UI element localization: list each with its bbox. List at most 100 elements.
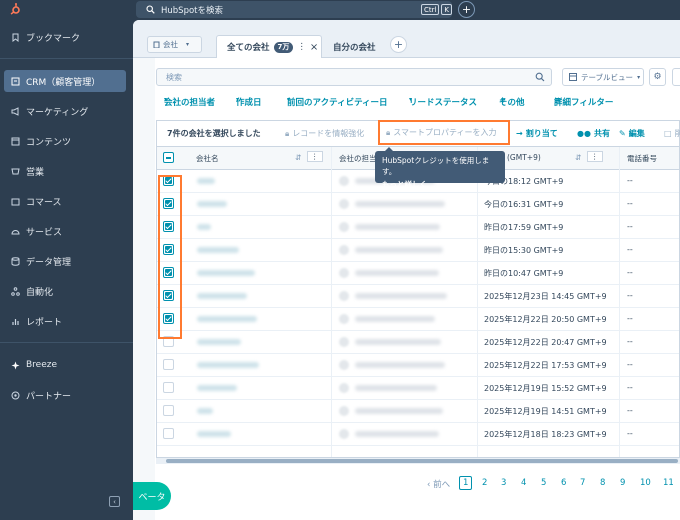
table-settings-button[interactable]: ⚙ xyxy=(649,68,666,86)
global-create-button[interactable]: + xyxy=(458,1,475,18)
search-input[interactable]: 検索 xyxy=(156,68,552,86)
sidebar-item-breeze[interactable]: Breeze xyxy=(4,354,126,376)
company-name-link[interactable] xyxy=(197,270,255,276)
sidebar-item-bookmark[interactable]: ブックマーク xyxy=(4,26,126,48)
sidebar-item-partner[interactable]: パートナー xyxy=(4,384,126,406)
company-name-link[interactable] xyxy=(197,316,257,322)
company-name-link[interactable] xyxy=(197,178,215,184)
phone-number: -- xyxy=(627,360,633,369)
page-4-button[interactable]: 4 xyxy=(521,478,526,488)
table-row[interactable]: 昨日の17:59 GMT+9 -- xyxy=(157,216,679,239)
activity-date: 2025年12月22日 20:50 GMT+9 xyxy=(484,315,607,324)
row-checkbox[interactable] xyxy=(163,382,174,393)
sort-icon[interactable]: ⇵ xyxy=(295,153,301,162)
company-name-link[interactable] xyxy=(197,201,227,207)
page-7-button[interactable]: 7 xyxy=(580,478,585,488)
company-name-link[interactable] xyxy=(197,247,239,253)
company-name-link[interactable] xyxy=(197,362,259,368)
company-name-link[interactable] xyxy=(197,431,231,437)
page-9-button[interactable]: 9 xyxy=(620,478,625,488)
company-name-link[interactable] xyxy=(197,293,247,299)
sidebar-item-label: Breeze xyxy=(26,360,58,370)
object-type-select[interactable]: 会社 ▾ xyxy=(147,36,202,53)
sort-icon[interactable]: ⇵ xyxy=(575,153,581,162)
assign-button[interactable]: → 割り当て xyxy=(516,128,558,139)
more-actions-button[interactable] xyxy=(672,68,680,86)
add-view-button[interactable]: + xyxy=(390,36,407,53)
sidebar-item-crm[interactable]: CRM（顧客管理） xyxy=(4,70,126,92)
sidebar-item-sales[interactable]: 営業 xyxy=(4,160,126,182)
sidebar-item-commerce[interactable]: コマース xyxy=(4,190,126,212)
collapse-sidebar-button[interactable]: ‹ xyxy=(109,496,120,507)
company-name-link[interactable] xyxy=(197,339,241,345)
column-header-date[interactable]: (GMT+9) xyxy=(507,153,541,162)
global-search-placeholder: HubSpotを検索 xyxy=(161,5,223,16)
table-row[interactable]: 2025年12月23日 14:45 GMT+9 -- xyxy=(157,285,679,308)
activity-date: 2025年12月23日 14:45 GMT+9 xyxy=(484,292,607,301)
page-1-button[interactable]: 1 xyxy=(459,476,473,490)
plus-icon: + xyxy=(461,3,472,16)
row-checkbox[interactable] xyxy=(163,405,174,416)
table-row[interactable]: 今日の16:31 GMT+9 -- xyxy=(157,193,679,216)
share-button[interactable]: ●● 共有 xyxy=(577,128,610,139)
beta-label: ベータ xyxy=(138,492,166,503)
table-row[interactable]: 2025年12月22日 20:47 GMT+9 -- xyxy=(157,331,679,354)
hubspot-logo-icon[interactable] xyxy=(9,3,21,15)
page-6-button[interactable]: 6 xyxy=(561,478,566,488)
row-checkbox[interactable] xyxy=(163,359,174,370)
page-10-button[interactable]: 10 xyxy=(640,478,651,488)
table-view-select[interactable]: テーブルビュー ▾ xyxy=(562,68,644,86)
sidebar-item-content[interactable]: コンテンツ xyxy=(4,130,126,152)
sidebar-item-service[interactable]: サービス xyxy=(4,220,126,242)
page-3-button[interactable]: 3 xyxy=(501,478,506,488)
column-header-phone[interactable]: 電話番号 xyxy=(627,153,657,164)
page-5-button[interactable]: 5 xyxy=(541,478,546,488)
sidebar-item-automation[interactable]: 自動化 xyxy=(4,280,126,302)
scrollbar-thumb[interactable] xyxy=(166,459,678,463)
filter-label: 前回のアクティビティー日 xyxy=(287,98,388,108)
global-search-input[interactable]: HubSpotを検索 Ctrl K xyxy=(136,1,452,18)
column-header-owner[interactable]: 会社の担当 xyxy=(339,153,377,164)
page-11-button[interactable]: 11 xyxy=(663,478,674,488)
automation-icon xyxy=(11,286,20,296)
avatar xyxy=(339,176,349,186)
previous-page-button[interactable]: ‹ 前へ xyxy=(427,478,450,490)
table-row[interactable]: 2025年12月19日 15:52 GMT+9 -- xyxy=(157,377,679,400)
row-checkbox[interactable] xyxy=(163,428,174,439)
smart-property-button[interactable]: 🔒︎ スマートプロパティーを入力 xyxy=(378,120,510,145)
page-8-button[interactable]: 8 xyxy=(600,478,605,488)
table-row[interactable]: 2025年12月18日 18:23 GMT+9 -- xyxy=(157,423,679,446)
tab-all-companies[interactable]: 全ての会社 7万 ⋮ × xyxy=(216,35,322,58)
sidebar-item-marketing[interactable]: マーケティング xyxy=(4,100,126,122)
crm-icon xyxy=(11,77,20,85)
delete-button[interactable]: □ 削 xyxy=(664,128,680,139)
column-header-name[interactable]: 会社名 xyxy=(196,153,219,164)
sidebar-item-reports[interactable]: レポート xyxy=(4,310,126,332)
sidebar-item-data-management[interactable]: データ管理 xyxy=(4,250,126,272)
page-2-button[interactable]: 2 xyxy=(482,478,487,488)
tab-options-icon[interactable]: ⋮ xyxy=(297,42,306,52)
close-icon[interactable]: × xyxy=(310,42,318,53)
avatar xyxy=(339,314,349,324)
select-all-checkbox[interactable] xyxy=(163,152,174,163)
company-name-link[interactable] xyxy=(197,408,213,414)
company-name-link[interactable] xyxy=(197,385,237,391)
table-row[interactable]: 2025年12月22日 20:50 GMT+9 -- xyxy=(157,308,679,331)
object-type-label: 会社 xyxy=(163,40,178,49)
edit-button[interactable]: ✎ 編集 xyxy=(619,128,645,139)
column-options-icon[interactable]: ⋮ xyxy=(587,151,603,162)
table-row[interactable]: 2025年12月19日 14:51 GMT+9 -- xyxy=(157,400,679,423)
table-row[interactable]: 昨日の15:30 GMT+9 -- xyxy=(157,239,679,262)
company-name-link[interactable] xyxy=(197,224,211,230)
tab-my-companies[interactable]: 自分の会社 xyxy=(323,35,383,58)
records-table: 会社名 ⇵ ⋮ 会社の担当 (GMT+9) ⇵ ⋮ 電話番号 今日の18:12 … xyxy=(156,146,680,458)
column-options-icon[interactable]: ⋮ xyxy=(307,151,323,162)
enrich-records-button[interactable]: 🔒︎ レコードを情報強化 xyxy=(285,128,364,139)
table-row[interactable]: 2025年12月22日 17:53 GMT+9 -- xyxy=(157,354,679,377)
service-icon xyxy=(11,229,20,234)
chevron-down-icon: ▾ xyxy=(409,96,413,103)
table-row[interactable]: 昨日の10:47 GMT+9 -- xyxy=(157,262,679,285)
horizontal-scrollbar[interactable] xyxy=(156,458,680,464)
beta-button[interactable]: ベータ xyxy=(133,482,171,510)
learn-more-link[interactable]: もっと詳しく xyxy=(382,179,498,190)
